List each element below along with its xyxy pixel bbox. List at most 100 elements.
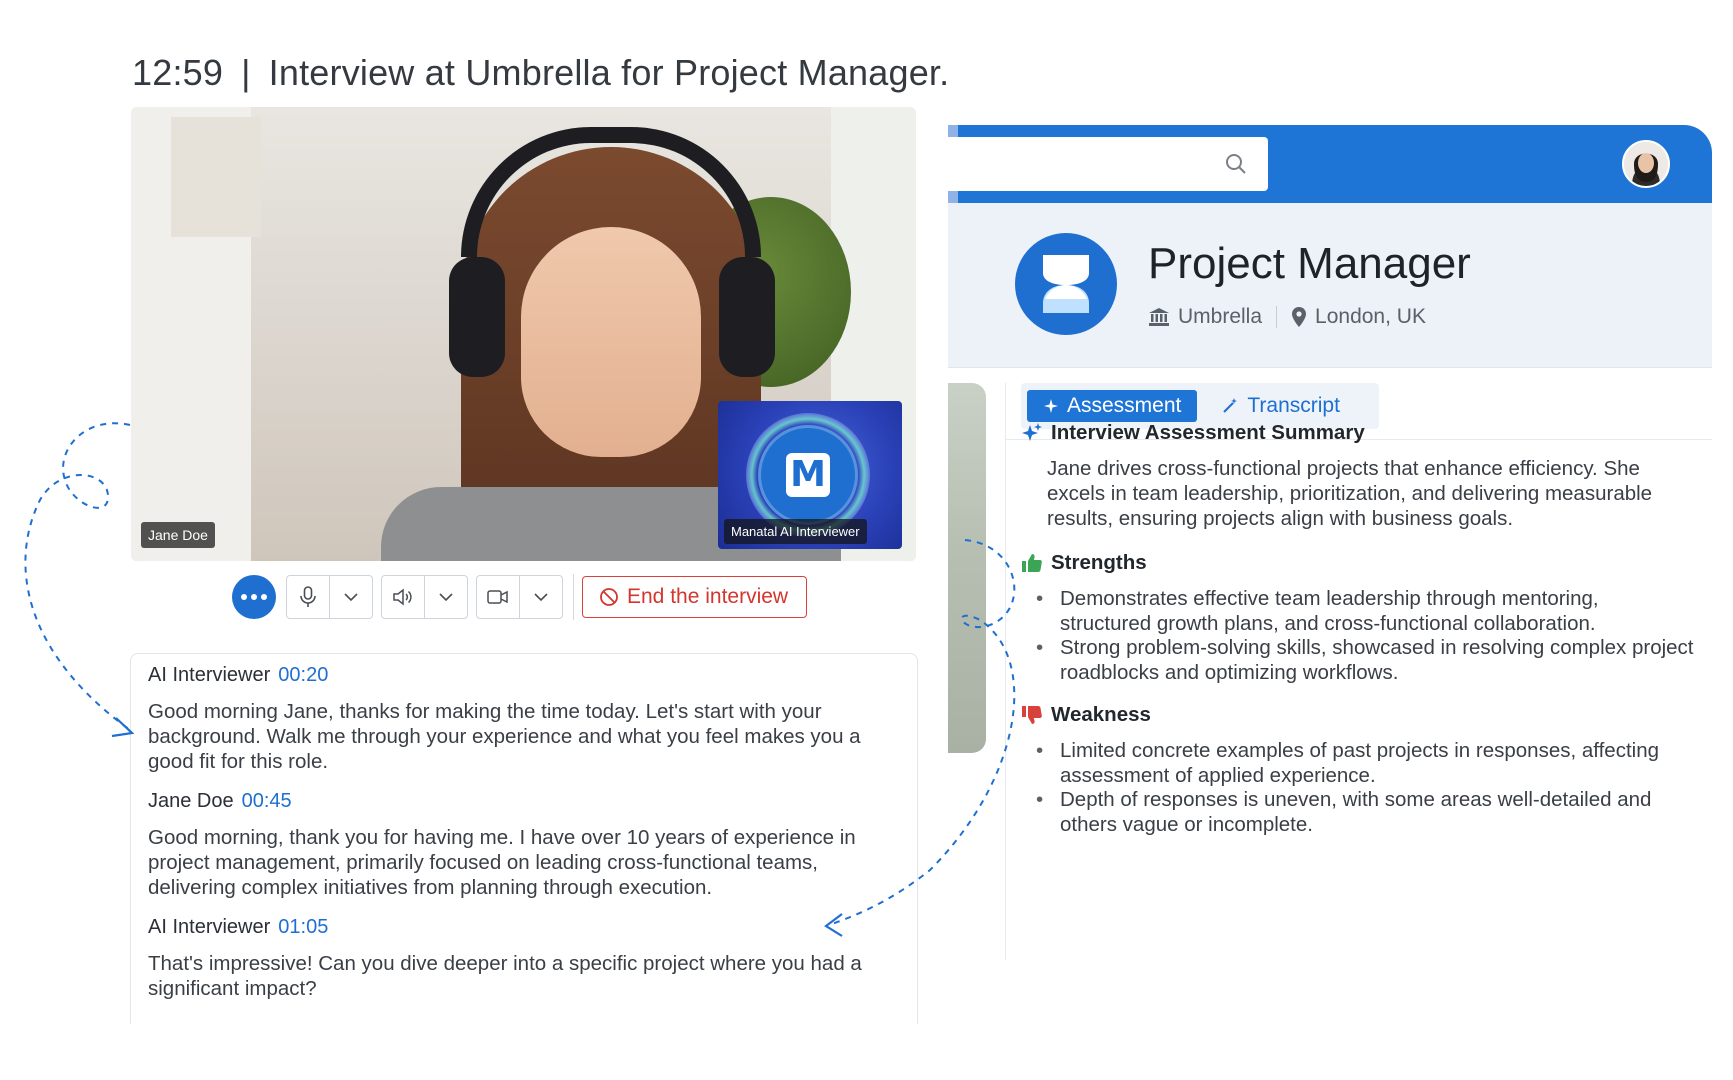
job-assessment-panel: Project Manager Umbrella London, UK Asse… — [948, 125, 1712, 960]
headphone-left-cup — [449, 257, 505, 377]
page-title: 12:59 | Interview at Umbrella for Project … — [132, 52, 949, 94]
title-separator: | — [241, 52, 251, 93]
weakness-item: Limited concrete examples of past projec… — [1034, 739, 1694, 788]
headphone-right-cup — [719, 257, 775, 377]
message-header: Jane Doe 00:45 — [148, 790, 903, 813]
panel-divider — [1005, 383, 1006, 960]
job-title: Project Manager — [1148, 239, 1471, 288]
weakness-heading: Weakness — [1021, 703, 1151, 727]
message-text: That's impressive! Can you dive deeper i… — [148, 952, 862, 1000]
camera-button[interactable] — [477, 576, 519, 618]
location-info: London, UK — [1291, 305, 1426, 329]
manatal-logo-icon: M — [786, 453, 830, 497]
mic-options-button[interactable] — [329, 576, 372, 618]
transcript-message: AI Interviewer 01:05 That's impressive! C… — [148, 916, 903, 1001]
strengths-list: Demonstrates effective team leadership t… — [1034, 587, 1694, 685]
summary-text: Jane drives cross-functional projects th… — [1047, 457, 1653, 530]
location-pin-icon — [1292, 307, 1307, 327]
message-header: AI Interviewer 00:20 — [148, 664, 903, 687]
summary-heading: Interview Assessment Summary — [1021, 421, 1365, 445]
tab-transcript[interactable]: Transcript — [1205, 390, 1356, 422]
camera-icon — [487, 590, 508, 604]
job-header: Project Manager Umbrella London, UK — [948, 203, 1712, 368]
left-arrowhead — [111, 717, 135, 738]
candidate-video: Jane Doe M Manatal AI Interviewer — [131, 107, 916, 561]
controls-divider — [573, 574, 574, 620]
interview-title: Interview at Umbrella for Project Manage… — [268, 52, 950, 93]
live-transcript-panel[interactable]: AI Interviewer 00:20 Good morning Jane, t… — [130, 653, 918, 1024]
ai-avatar: M — [758, 425, 858, 525]
strength-item: Demonstrates effective team leadership t… — [1034, 587, 1694, 636]
speaker-options-button[interactable] — [424, 576, 467, 618]
app-top-bar — [948, 125, 1712, 203]
search-input[interactable] — [958, 137, 1268, 191]
chevron-down-icon — [344, 592, 358, 601]
company-name: Umbrella — [1178, 305, 1263, 328]
headphone-band — [461, 127, 761, 257]
left-dashed-arrow — [24, 422, 131, 731]
speaker-icon — [393, 588, 412, 606]
message-timestamp: 00:20 — [278, 664, 329, 686]
more-dot — [251, 594, 257, 600]
transcript-message: Jane Doe 00:45 Good morning, thank you fo… — [148, 790, 903, 900]
message-text: Good morning, thank you for having me. I… — [148, 826, 856, 899]
transcript-message: AI Interviewer 00:20 Good morning Jane, t… — [148, 664, 903, 774]
tab-assessment-label: Assessment — [1067, 394, 1182, 417]
more-dots-icon — [241, 594, 247, 600]
user-photo — [1624, 142, 1668, 186]
thumbs-down-icon — [1022, 706, 1042, 724]
meta-divider — [1276, 306, 1278, 328]
umbrella-logo-icon — [1015, 233, 1117, 335]
edge-mark — [948, 191, 958, 203]
end-interview-button[interactable]: End the interview — [582, 576, 808, 618]
top-bar-edge — [948, 125, 958, 203]
camera-control — [476, 575, 563, 619]
video-preview-thumbnail[interactable] — [948, 383, 986, 753]
search-icon — [1226, 154, 1246, 174]
chevron-down-icon — [439, 592, 453, 601]
weakness-list: Limited concrete examples of past projec… — [1034, 739, 1694, 837]
prohibited-icon — [600, 588, 618, 606]
books — [171, 117, 261, 237]
tab-transcript-label: Transcript — [1247, 394, 1340, 417]
strengths-heading-text: Strengths — [1051, 551, 1147, 574]
ai-sparkle-icon — [1022, 423, 1042, 441]
camera-options-button[interactable] — [519, 576, 562, 618]
speaker-button[interactable] — [382, 576, 424, 618]
magic-wand-icon — [1223, 398, 1238, 413]
weakness-heading-text: Weakness — [1051, 703, 1151, 726]
bank-building-icon — [1149, 308, 1169, 326]
user-avatar[interactable] — [1622, 140, 1670, 188]
mic-button[interactable] — [287, 576, 329, 618]
end-interview-label: End the interview — [627, 585, 789, 608]
strength-item: Strong problem-solving skills, showcased… — [1034, 636, 1694, 685]
thumbs-up-icon — [1022, 554, 1042, 572]
candidate-face — [521, 227, 701, 457]
microphone-icon — [300, 586, 316, 607]
ai-interviewer-tile: M Manatal AI Interviewer — [718, 401, 902, 549]
tab-assessment[interactable]: Assessment — [1027, 390, 1198, 422]
message-timestamp: 01:05 — [278, 916, 329, 938]
job-location: London, UK — [1315, 305, 1426, 328]
more-dot — [261, 594, 267, 600]
candidate-name-tag: Jane Doe — [141, 522, 215, 548]
interview-timer: 12:59 — [132, 52, 224, 93]
mic-control — [286, 575, 373, 619]
more-options-button[interactable] — [232, 575, 276, 619]
speaker-control — [381, 575, 468, 619]
call-controls: End the interview — [232, 574, 808, 620]
company-info[interactable]: Umbrella — [1148, 305, 1262, 329]
chevron-down-icon — [534, 592, 548, 601]
hourglass-icon — [1043, 255, 1089, 313]
speaker-name: Jane Doe — [148, 790, 234, 812]
speaker-name: AI Interviewer — [148, 916, 271, 938]
message-timestamp: 00:45 — [241, 790, 292, 812]
ai-name-tag: Manatal AI Interviewer — [724, 519, 867, 544]
speaker-name: AI Interviewer — [148, 664, 271, 686]
weakness-item: Depth of responses is uneven, with some … — [1034, 788, 1694, 837]
summary-heading-text: Interview Assessment Summary — [1051, 421, 1365, 444]
job-meta: Umbrella London, UK — [1148, 305, 1426, 329]
strengths-heading: Strengths — [1021, 551, 1147, 575]
edge-mark — [948, 125, 958, 137]
sparkle-icon — [1044, 399, 1058, 413]
